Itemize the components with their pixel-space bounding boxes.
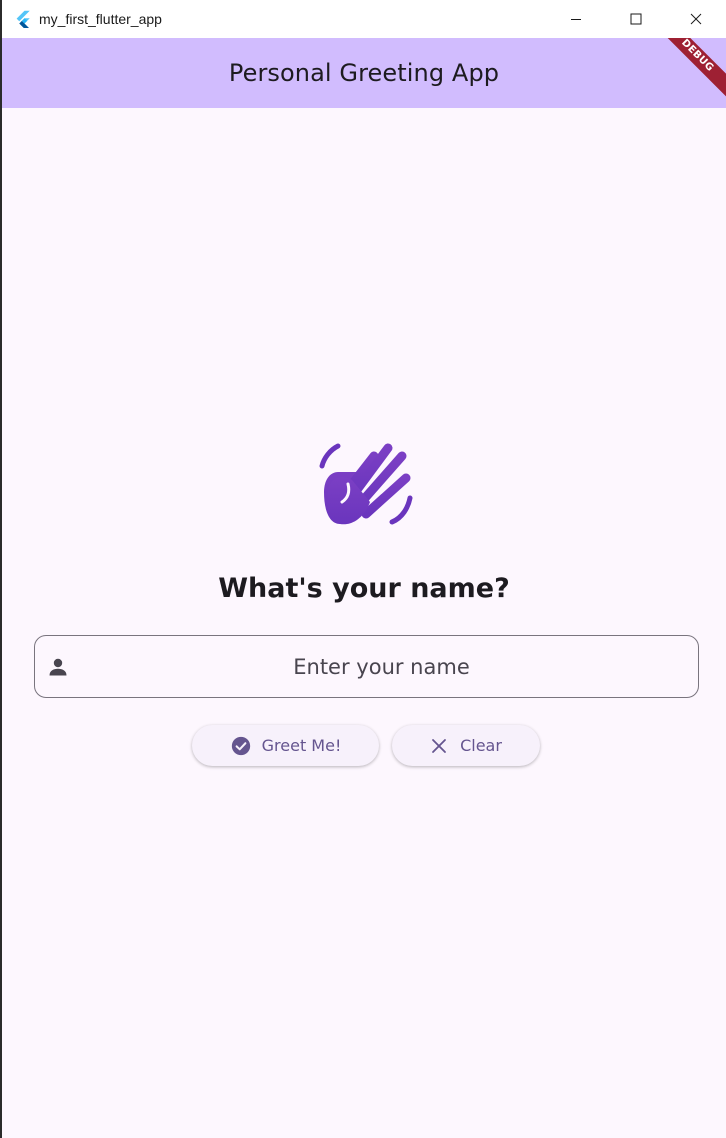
person-icon: [49, 658, 67, 676]
waving-hand-icon: [319, 443, 413, 525]
flutter-logo-icon: [16, 10, 30, 28]
clear-label: Clear: [460, 736, 502, 755]
minimize-icon: [571, 19, 581, 20]
name-input[interactable]: [35, 636, 698, 697]
app-window: my_first_flutter_app Personal Greeting A…: [0, 0, 726, 1138]
name-prompt-heading: What's your name?: [218, 573, 510, 604]
clear-button[interactable]: Clear: [392, 725, 540, 766]
close-window-icon: [690, 13, 702, 25]
maximize-icon: [630, 13, 642, 25]
minimize-button[interactable]: [546, 0, 606, 38]
greet-me-label: Greet Me!: [261, 736, 342, 755]
window-title: my_first_flutter_app: [39, 11, 162, 27]
app-bar: Personal Greeting App DEBUG: [2, 38, 726, 108]
name-field[interactable]: [34, 635, 699, 698]
maximize-button[interactable]: [606, 0, 666, 38]
window-titlebar[interactable]: my_first_flutter_app: [2, 0, 726, 38]
check-circle-icon: [231, 736, 250, 755]
debug-banner: DEBUG: [652, 38, 726, 101]
greet-me-button[interactable]: Greet Me!: [192, 725, 379, 766]
close-window-button[interactable]: [666, 0, 726, 38]
window-controls: [546, 0, 726, 38]
close-icon: [432, 738, 446, 753]
app-bar-title: Personal Greeting App: [228, 59, 500, 87]
